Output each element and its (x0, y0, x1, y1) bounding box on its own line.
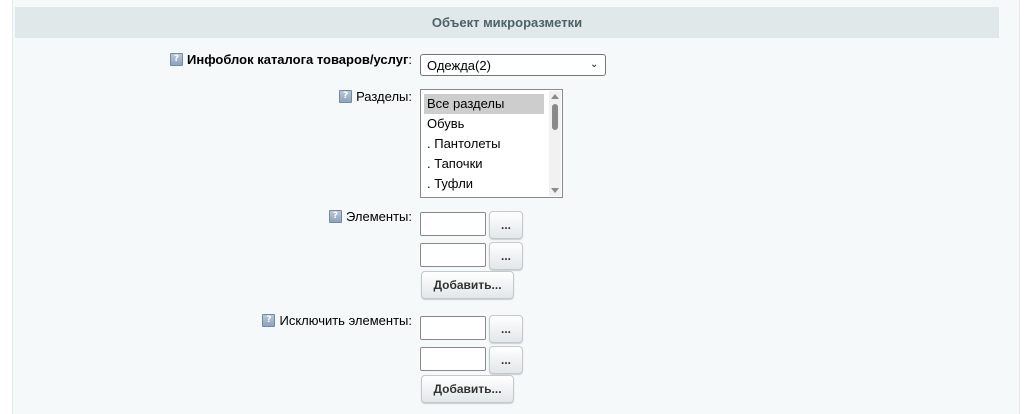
help-icon[interactable]: ? (339, 90, 353, 103)
scroll-up-arrow-icon[interactable] (551, 94, 559, 99)
sections-label: Разделы: (356, 89, 412, 104)
exclude-elements-label-row: ? Исключить элементы: (262, 313, 412, 328)
chevron-down-icon: ⌄ (590, 59, 599, 70)
add-element-button[interactable]: Добавить... (421, 271, 514, 299)
scroll-down-arrow-icon[interactable] (551, 188, 559, 193)
section-title: Объект микроразметки (431, 15, 583, 30)
elements-label-row: ? Элементы: (329, 209, 412, 224)
list-item[interactable]: . Тапочки (424, 154, 544, 174)
exclude-element-id-input[interactable] (420, 347, 486, 371)
exclude-elements-label: Исключить элементы: (279, 313, 412, 328)
element-id-input[interactable] (420, 243, 486, 267)
element-id-input[interactable] (420, 212, 486, 236)
infoblock-label-colon: : (408, 52, 412, 67)
elements-label: Элементы: (346, 209, 412, 224)
help-icon[interactable]: ? (329, 210, 343, 223)
list-item[interactable]: Обувь (424, 114, 544, 134)
section-header: Объект микроразметки (15, 7, 999, 38)
help-icon[interactable]: ? (170, 53, 184, 66)
add-exclude-element-button[interactable]: Добавить... (421, 375, 514, 403)
browse-exclude-element-button[interactable]: ... (489, 346, 523, 374)
browse-element-button[interactable]: ... (489, 211, 523, 239)
sections-label-row: ? Разделы: (339, 89, 412, 104)
exclude-element-id-input[interactable] (420, 316, 486, 340)
infoblock-select-value: Одежда(2) (427, 57, 491, 73)
help-icon[interactable]: ? (262, 314, 276, 327)
browse-exclude-element-button[interactable]: ... (489, 315, 523, 343)
list-item[interactable]: Все разделы (424, 94, 544, 114)
sections-listbox[interactable]: Все разделы Обувь . Пантолеты . Тапочки … (420, 89, 563, 198)
list-item[interactable]: . Туфли (424, 174, 544, 194)
browse-element-button[interactable]: ... (489, 242, 523, 270)
list-item[interactable]: . Пантолеты (424, 134, 544, 154)
scroll-thumb[interactable] (552, 104, 558, 130)
sections-scrollbar[interactable] (549, 91, 561, 196)
infoblock-label: Инфоблок каталога товаров/услуг (187, 52, 409, 67)
infoblock-label-row: ? Инфоблок каталога товаров/услуг: (170, 52, 412, 67)
infoblock-select[interactable]: Одежда(2) ⌄ (420, 54, 606, 76)
